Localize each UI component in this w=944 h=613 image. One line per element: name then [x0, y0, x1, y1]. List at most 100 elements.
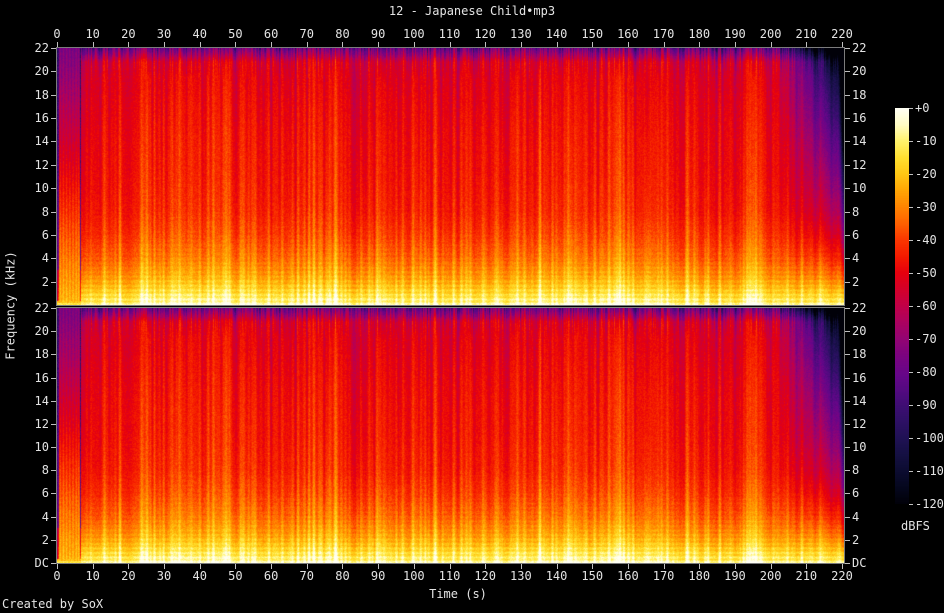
sox-spectrogram-window: 12 - Japanese Child•mp3 dBFS Frequency (… [0, 0, 944, 613]
frequency-tick-label: 20 [852, 324, 867, 339]
frequency-tick [51, 141, 56, 143]
frequency-tick-label: 22 [34, 41, 49, 55]
frequency-tick-label: 20 [852, 64, 867, 79]
frequency-tick [845, 447, 850, 449]
time-tick-label: 200 [759, 27, 782, 41]
time-tick-label: 220 [831, 569, 853, 583]
time-tick [199, 42, 201, 47]
frequency-tick-label: 18 [852, 347, 867, 362]
time-tick-label: 120 [474, 569, 497, 583]
time-tick [520, 42, 522, 47]
axis-ticks-layer: 0 0 10 10 20 20 30 30 40 40 50 50 60 60 70 70 80 80 90 90 10… [0, 0, 944, 613]
frequency-tick-label: 14 [852, 134, 867, 149]
frequency-tick-label: 6 [852, 227, 860, 242]
time-tick-label: 180 [688, 27, 711, 41]
colorbar-tick-label: -50 [915, 266, 937, 280]
time-tick-label: 10 [85, 27, 100, 41]
colorbar-tick [909, 438, 913, 439]
frequency-tick [845, 258, 850, 260]
frequency-tick [51, 234, 56, 236]
frequency-tick [51, 539, 56, 541]
frequency-tick [51, 354, 56, 356]
frequency-dc-label: DC [852, 556, 867, 570]
frequency-tick [845, 308, 850, 309]
time-tick [699, 42, 701, 47]
time-tick-label: 30 [156, 569, 172, 583]
time-tick [627, 42, 629, 47]
time-tick-label: 140 [545, 569, 568, 583]
frequency-tick [845, 118, 850, 120]
frequency-tick-label: 22 [852, 301, 867, 315]
time-tick-label: 80 [335, 27, 350, 41]
time-tick [842, 42, 843, 47]
frequency-tick [51, 188, 56, 190]
time-tick-label: 0 [53, 569, 61, 583]
frequency-tick-label: 18 [34, 347, 49, 362]
frequency-tick [51, 258, 56, 260]
time-tick [449, 42, 451, 47]
frequency-tick [51, 281, 56, 283]
time-tick-label: 160 [617, 569, 639, 583]
frequency-tick [845, 331, 850, 333]
colorbar-tick-label: -90 [915, 398, 937, 412]
frequency-tick-label: 2 [852, 274, 860, 289]
time-tick [734, 42, 736, 47]
frequency-tick-label: 4 [41, 251, 49, 266]
frequency-tick-label: 10 [34, 440, 49, 455]
time-tick [306, 42, 308, 47]
frequency-tick-label: 4 [852, 509, 860, 524]
time-tick-label: 130 [510, 569, 532, 583]
colorbar-tick-label: -60 [915, 299, 937, 313]
time-tick-label: 50 [228, 569, 243, 583]
frequency-tick [845, 539, 850, 541]
time-tick [342, 42, 344, 47]
time-tick-label: 140 [545, 27, 568, 41]
frequency-tick [845, 94, 850, 96]
frequency-tick-label: 16 [34, 111, 49, 126]
frequency-tick [51, 211, 56, 213]
frequency-tick [51, 331, 56, 333]
frequency-tick-label: 12 [34, 157, 49, 172]
frequency-tick-label: 12 [852, 416, 867, 431]
time-tick-label: 210 [795, 569, 818, 583]
time-tick-label: 210 [795, 27, 818, 41]
time-tick-label: 120 [474, 27, 497, 41]
time-tick [556, 42, 558, 47]
frequency-tick [845, 71, 850, 73]
frequency-tick [845, 188, 850, 190]
frequency-tick-label: 18 [852, 87, 867, 102]
frequency-tick-label: 2 [41, 532, 49, 547]
time-tick [128, 42, 130, 47]
colorbar-tick [909, 141, 913, 142]
colorbar-tick [909, 273, 913, 274]
frequency-tick [51, 48, 56, 49]
frequency-tick [845, 164, 850, 166]
colorbar-tick [909, 108, 913, 109]
colorbar-tick-label: -20 [915, 167, 937, 181]
frequency-tick-label: 8 [41, 463, 49, 478]
time-tick-label: 40 [192, 27, 207, 41]
time-tick [770, 42, 772, 47]
time-tick [235, 42, 237, 47]
time-tick-label: 0 [53, 27, 61, 41]
colorbar-tick [909, 372, 913, 373]
colorbar-tick [909, 504, 913, 505]
frequency-tick [51, 516, 56, 518]
colorbar-tick [909, 471, 913, 472]
time-tick-label: 170 [652, 27, 675, 41]
frequency-tick [845, 470, 850, 472]
frequency-tick-label: 2 [41, 274, 49, 289]
time-tick-label: 70 [299, 569, 314, 583]
frequency-tick [51, 377, 56, 379]
time-tick-label: 110 [438, 27, 461, 41]
frequency-tick [51, 71, 56, 73]
frequency-tick-label: 10 [852, 181, 867, 196]
frequency-tick-label: 8 [852, 463, 860, 478]
time-tick-label: 110 [438, 569, 461, 583]
frequency-tick-label: 22 [852, 41, 867, 55]
colorbar-tick [909, 174, 913, 175]
frequency-tick-label: 12 [852, 157, 867, 172]
colorbar-tick-label: -30 [915, 200, 937, 214]
time-tick [806, 42, 808, 47]
time-tick-label: 10 [85, 569, 100, 583]
